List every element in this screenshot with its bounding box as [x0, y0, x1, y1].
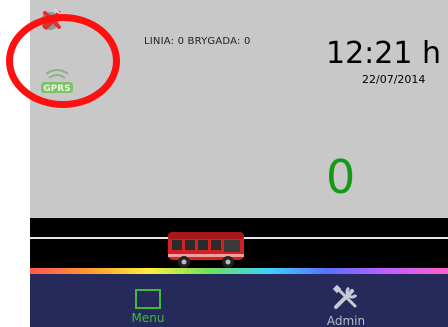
- left-margin: [0, 0, 30, 327]
- admin-label: Admin: [326, 314, 366, 327]
- linia-label: LINIA:: [144, 36, 175, 47]
- gps-signal-icon: GPRS: [41, 69, 73, 94]
- gps-icon-label: GPRS: [43, 84, 70, 94]
- bus-icon: [168, 232, 244, 268]
- menu-label: Menu: [131, 311, 165, 325]
- tools-icon: [332, 284, 358, 309]
- brygada-value: 0: [243, 36, 251, 47]
- clock-date: 22/07/2014: [362, 73, 426, 86]
- passenger-counter: 0: [326, 150, 356, 204]
- admin-button[interactable]: Admin: [316, 284, 376, 327]
- menu-square-icon: [135, 289, 161, 309]
- linia-value: 0: [177, 36, 185, 47]
- app-screen: GPRS LINIA: 0 BRYGADA: 0 12:21 h 22/07/2…: [30, 0, 448, 327]
- menu-button[interactable]: Menu: [124, 286, 172, 327]
- line-brigade-info: LINIA: 0 BRYGADA: 0: [144, 36, 251, 47]
- brygada-label: BRYGADA:: [187, 36, 241, 47]
- clock-time: 12:21 h: [326, 36, 442, 71]
- gps-off-icon: [41, 8, 63, 30]
- bottom-navigation: Menu Admin: [30, 274, 448, 327]
